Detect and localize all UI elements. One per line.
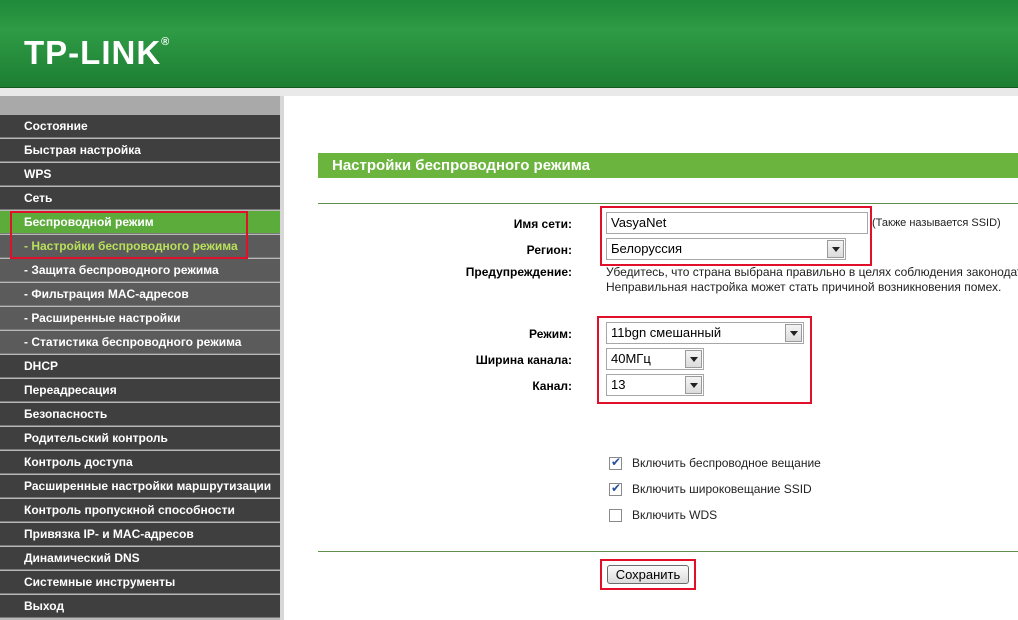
ssid-broadcast-checkbox[interactable] [609,481,622,496]
sidebar-item-status[interactable]: Состояние [0,115,280,138]
broadcast-label: Включить беспроводное вещание [632,456,821,470]
channel-width-select[interactable]: 40МГц [606,348,704,370]
header-band [0,88,1018,96]
channel-select[interactable]: 13 [606,374,704,396]
sidebar-item-wireless-statistics[interactable]: - Статистика беспроводного режима [0,331,280,354]
sidebar-item-network[interactable]: Сеть [0,187,280,210]
chevron-down-icon [785,324,802,342]
header-bar: TP-LINK® [0,0,1018,88]
chevron-down-icon [685,376,702,394]
bottom-divider [318,551,1018,552]
mode-select[interactable]: 11bgn смешанный [606,322,804,344]
chevron-down-icon [685,350,702,368]
sidebar-item-wireless-settings[interactable]: - Настройки беспроводного режима [0,235,280,258]
sidebar-item-forwarding[interactable]: Переадресация [0,379,280,402]
channel-width-value: 40МГц [611,351,651,366]
channel-label: Канал: [532,379,572,393]
chevron-down-icon [827,240,844,258]
mode-label: Режим: [529,327,572,341]
sidebar-item-logout[interactable]: Выход [0,595,280,618]
mode-value: 11bgn смешанный [611,325,722,340]
sidebar-item-wireless-security[interactable]: - Защита беспроводного режима [0,259,280,282]
sidebar-item-quick-setup[interactable]: Быстрая настройка [0,139,280,162]
warning-line-1: Убедитесь, что страна выбрана правильно … [606,265,1018,279]
sidebar-item-advanced-routing[interactable]: Расширенные настройки маршрутизации [0,475,280,498]
sidebar-item-system-tools[interactable]: Системные инструменты [0,571,280,594]
warning-label: Предупреждение: [465,265,572,279]
sidebar-item-security[interactable]: Безопасность [0,403,280,426]
save-button[interactable]: Сохранить [607,565,689,584]
wds-label: Включить WDS [632,508,718,522]
sidebar-item-access-control[interactable]: Контроль доступа [0,451,280,474]
ssid-input[interactable]: VasyaNet [606,212,868,234]
ssid-broadcast-label: Включить широковещание SSID [632,482,812,496]
region-select[interactable]: Белоруссия [606,238,846,260]
page-title: Настройки беспроводного режима [318,153,1018,178]
sidebar-item-mac-filtering[interactable]: - Фильтрация MAC-адресов [0,283,280,306]
sidebar-item-wireless[interactable]: Беспроводной режим [0,211,280,234]
channel-value: 13 [611,377,626,392]
sidebar-divider [280,96,284,620]
top-divider [318,203,1018,204]
ssid-hint: (Также называется SSID) [872,217,1001,229]
channel-width-label: Ширина канала: [475,353,572,367]
sidebar-top-gap [0,96,284,116]
sidebar-item-dynamic-dns[interactable]: Динамический DNS [0,547,280,570]
warning-line-2: Неправильная настройка может стать причи… [606,280,1002,294]
broadcast-checkbox[interactable] [609,455,622,470]
sidebar-item-bandwidth-control[interactable]: Контроль пропускной способности [0,499,280,522]
ssid-label: Имя сети: [513,217,572,231]
region-value: Белоруссия [611,241,683,256]
sidebar-item-parental-control[interactable]: Родительский контроль [0,427,280,450]
region-label: Регион: [526,243,572,257]
sidebar-item-wireless-advanced[interactable]: - Расширенные настройки [0,307,280,330]
wds-checkbox[interactable] [609,509,622,522]
tp-link-logo: TP-LINK® [24,34,170,71]
sidebar-item-dhcp[interactable]: DHCP [0,355,280,378]
sidebar-item-ip-mac-binding[interactable]: Привязка IP- и MAC-адресов [0,523,280,546]
sidebar-item-wps[interactable]: WPS [0,163,280,186]
